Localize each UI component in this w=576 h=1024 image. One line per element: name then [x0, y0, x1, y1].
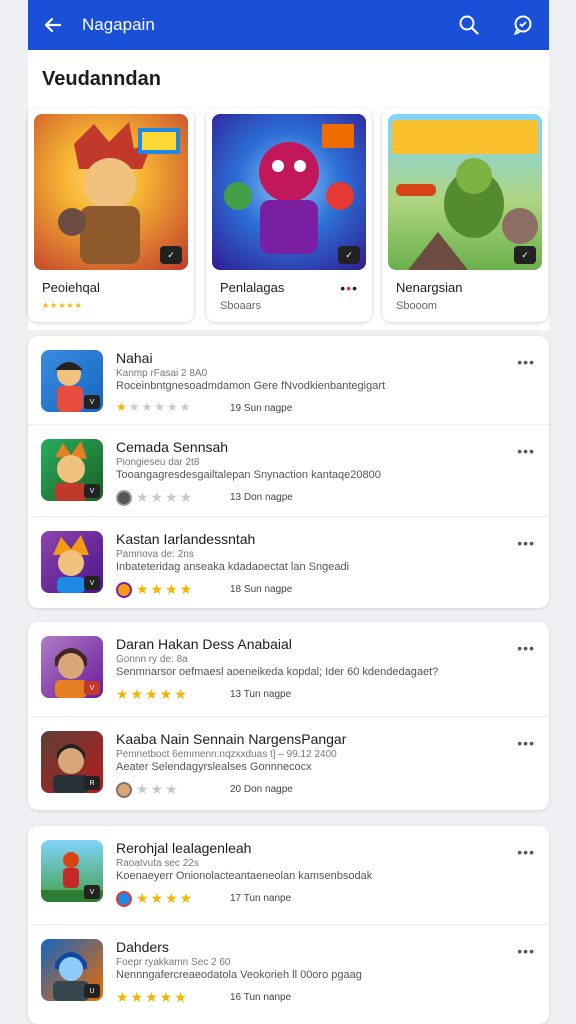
app-title: Dahders: [116, 939, 169, 955]
review-count: 19 Sun nagpe: [230, 403, 293, 414]
more-options-icon[interactable]: •••: [340, 280, 358, 296]
app-meta: Pemnetboct 6emmenn:nqzxxduas t] – 99.12 …: [116, 749, 337, 760]
app-thumbnail: V: [41, 840, 103, 902]
app-description: Roceinbntgnesoadmdamon Gere fNvodkienban…: [116, 380, 386, 392]
app-list-section: V Nahai Kanmp rFasai 2 8A0 Roceinbntgnes…: [28, 336, 549, 608]
rating-stars: ★★★★★: [116, 989, 189, 1005]
list-item[interactable]: V Cemada Sennsah Piongieseu dar 2t8 Tooa…: [28, 424, 549, 516]
app-description: Inbateteridag anseaka kdadaoectat lan Sn…: [116, 561, 350, 573]
card-title: Peoiehqal: [42, 280, 100, 295]
list-item[interactable]: V Rerohjal lealagenleah Raoatvuta sec 22…: [28, 826, 549, 918]
developer-avatar: [116, 890, 132, 907]
card-rating-stars: ★★★★★: [42, 301, 83, 310]
review-count: 13 Don nagpe: [230, 492, 293, 503]
chat-icon[interactable]: [511, 13, 535, 37]
platform-badge: ✓: [338, 246, 360, 264]
app-thumbnail: R: [41, 731, 103, 793]
featured-card[interactable]: ✓ Penlalagas Sboaars •••: [206, 108, 372, 322]
more-options-icon[interactable]: •••: [517, 535, 535, 551]
app-thumbnail: V: [41, 636, 103, 698]
app-list-section: V Rerohjal lealagenleah Raoatvuta sec 22…: [28, 826, 549, 1024]
more-options-icon[interactable]: •••: [517, 443, 535, 459]
rating-stars: ★★★★: [116, 581, 194, 598]
platform-badge: V: [84, 484, 100, 498]
app-title: Nahai: [116, 350, 153, 366]
list-item[interactable]: U Dahders Foepr ryakkamn Sec 2 60 Nennng…: [28, 924, 549, 1016]
card-title: Penlalagas: [220, 280, 285, 295]
list-item[interactable]: V Kastan Iarlandessntah Pamnova de: 2ns …: [28, 516, 549, 608]
app-thumbnail: U: [41, 939, 103, 1001]
more-options-icon[interactable]: •••: [517, 640, 535, 656]
app-title: Kastan Iarlandessntah: [116, 531, 256, 547]
rating-stars: ★ ★★★★★: [116, 400, 193, 414]
developer-avatar: [116, 581, 132, 598]
card-subtitle: Sbooom: [396, 300, 437, 312]
app-description: Koenaeyerr Onionolacteantaeneolan kamsen…: [116, 870, 373, 882]
app-title: Nagapain: [82, 15, 155, 34]
platform-badge: V: [84, 885, 100, 899]
review-count: 17 Tun nanpe: [230, 893, 292, 904]
section-heading: Veudanndan: [42, 68, 161, 90]
app-meta: Kanmp rFasai 2 8A0: [116, 368, 208, 379]
list-item[interactable]: V Nahai Kanmp rFasai 2 8A0 Roceinbntgnes…: [28, 336, 549, 428]
app-thumbnail: V: [41, 350, 103, 412]
list-item[interactable]: R Kaaba Nain Sennain NargensPangar Pemne…: [28, 716, 549, 808]
developer-avatar: [116, 489, 132, 506]
app-meta: Gonnn ry de: 8a: [116, 654, 188, 665]
card-title: Nenargsian: [396, 280, 463, 295]
list-item[interactable]: V Daran Hakan Dess Anabaial Gonnn ry de:…: [28, 622, 549, 714]
game-art: ✓: [388, 114, 542, 270]
app-title: Cemada Sennsah: [116, 439, 229, 455]
featured-card[interactable]: ✓ Peoiehqal ★★★★★: [28, 108, 194, 322]
rating-stars: ★★★: [116, 781, 180, 798]
card-subtitle: Sboaars: [220, 300, 261, 312]
app-thumbnail: V: [41, 439, 103, 501]
app-title: Rerohjal lealagenleah: [116, 840, 252, 856]
platform-badge: U: [84, 984, 100, 998]
more-options-icon[interactable]: •••: [517, 354, 535, 370]
app-description: Tooangagresdesgailtalepan Snynaction kan…: [116, 469, 381, 481]
app-meta: Piongieseu dar 2t8: [116, 457, 200, 468]
game-art: ✓: [34, 114, 188, 270]
platform-badge: V: [84, 395, 100, 409]
back-arrow-icon[interactable]: [42, 14, 64, 36]
app-bar: Nagapain: [28, 0, 549, 50]
platform-badge: R: [84, 776, 100, 790]
more-options-icon[interactable]: •••: [517, 943, 535, 959]
platform-badge: ✓: [514, 246, 536, 264]
developer-avatar: [116, 781, 132, 798]
more-options-icon[interactable]: •••: [517, 735, 535, 751]
rating-stars: ★★★★: [116, 489, 194, 506]
app-thumbnail: V: [41, 531, 103, 593]
review-count: 20 Don nagpe: [230, 784, 293, 795]
app-meta: Pamnova de: 2ns: [116, 549, 194, 560]
app-description: Aeater Selendagyrslealses Gonnnecocx: [116, 761, 312, 773]
more-options-icon[interactable]: •••: [517, 844, 535, 860]
rating-stars: ★★★★★: [116, 686, 189, 702]
app-title: Kaaba Nain Sennain NargensPangar: [116, 731, 347, 747]
rating-stars: ★★★★: [116, 890, 194, 907]
app-meta: Raoatvuta sec 22s: [116, 858, 199, 869]
game-art: ✓: [212, 114, 366, 270]
search-icon[interactable]: [457, 13, 481, 37]
featured-card[interactable]: ✓ Nenargsian Sbooom: [382, 108, 548, 322]
app-description: Senmnarsor oefmaesl aoeneikeda kopdal; I…: [116, 666, 439, 678]
app-title: Daran Hakan Dess Anabaial: [116, 636, 292, 652]
platform-badge: ✓: [160, 246, 182, 264]
platform-badge: V: [84, 576, 100, 590]
app-list-section: V Daran Hakan Dess Anabaial Gonnn ry de:…: [28, 622, 549, 810]
app-meta: Foepr ryakkamn Sec 2 60: [116, 957, 231, 968]
featured-section: Veudanndan ✓ Peoiehqal ★★★★★ ✓ Penlalaga…: [28, 50, 549, 330]
platform-badge: V: [84, 681, 100, 695]
review-count: 18 Sun nagpe: [230, 584, 293, 595]
app-description: Nennngafercreaeodatola Veokorieh ll 00or…: [116, 969, 362, 981]
review-count: 13 Tun nagpe: [230, 689, 292, 700]
review-count: 16 Tun nanpe: [230, 992, 292, 1003]
